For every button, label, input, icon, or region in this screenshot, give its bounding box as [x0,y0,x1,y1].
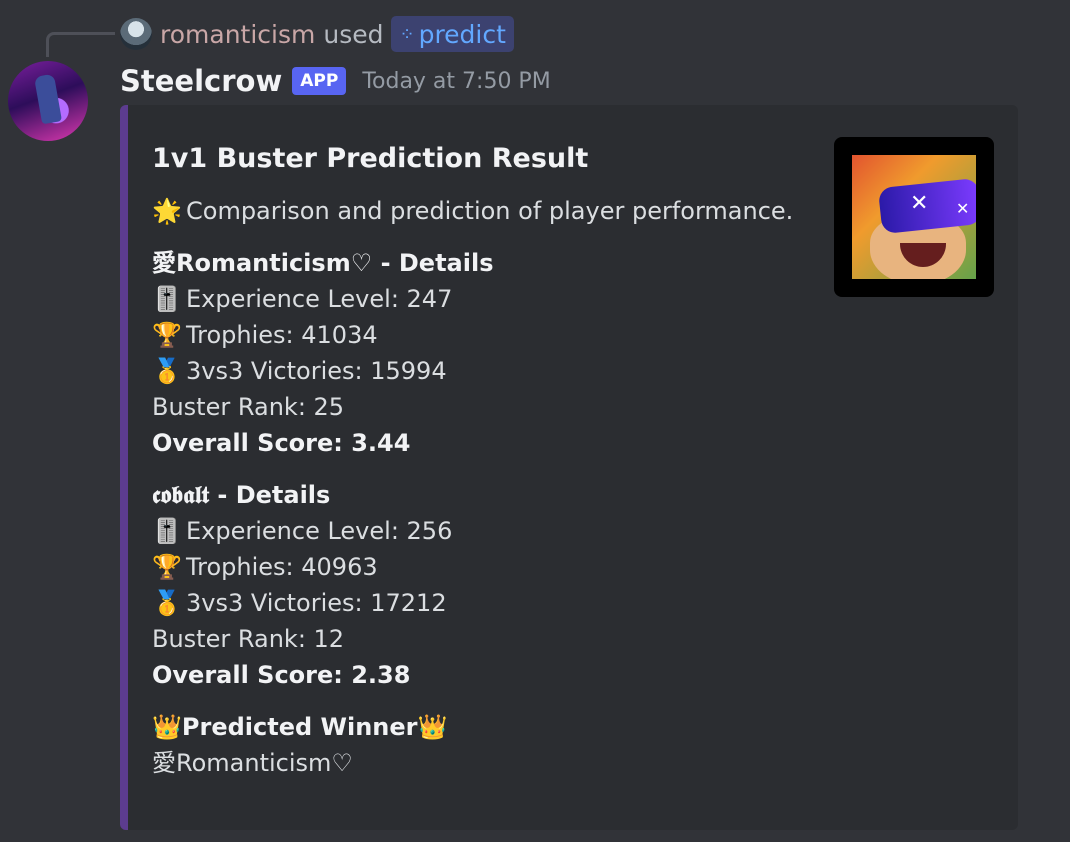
description-text: Comparison and prediction of player perf… [186,197,794,225]
message-header: Steelcrow APP Today at 7:50 PM [120,60,551,102]
medal-icon: 🥇 [152,589,182,617]
winner-name: 愛Romanticism♡ [152,749,353,777]
command-name: predict [418,19,506,49]
embed-title: 1v1 Buster Prediction Result [152,143,589,174]
reply-connector-line [46,32,115,57]
player-1-name: 愛Romanticism♡ - Details [152,249,494,277]
player-2-experience: 🎚️ Experience Level: 256 [152,513,798,549]
player-2-rank: Buster Rank: 12 [152,625,345,653]
player-1-score: Overall Score: 3.44 [152,429,411,457]
player-2-field: 𝖈𝖔𝖇𝖆𝖑𝖙 - Details 🎚️ Experience Level: 256… [152,477,798,693]
player-2-trophies-text: Trophies: 40963 [186,553,378,581]
player-1-trophies: 🏆 Trophies: 41034 [152,317,798,353]
trophy-icon: 🏆 [152,321,182,349]
winner-field: 👑Predicted Winner👑 愛Romanticism♡ [152,709,798,781]
reply-username[interactable]: romanticism [160,20,315,49]
medal-icon: 🥇 [152,357,182,385]
player-2-victories-text: 3vs3 Victories: 17212 [186,589,447,617]
crown-icon: 👑 [417,713,448,741]
winner-heading: 👑Predicted Winner👑 [152,709,798,745]
player-1-trophies-text: Trophies: 41034 [186,321,378,349]
crown-icon: 👑 [152,713,182,741]
reply-user-avatar[interactable] [120,18,152,50]
bot-username[interactable]: Steelcrow [120,64,282,98]
message-timestamp[interactable]: Today at 7:50 PM [362,69,550,94]
player-2-trophies: 🏆 Trophies: 40963 [152,549,798,585]
embed-description: 🌟 Comparison and prediction of player per… [152,193,798,229]
player-1-experience: 🎚️ Experience Level: 247 [152,281,798,317]
player-2-score: Overall Score: 2.38 [152,661,411,689]
player-2-victories: 🥇 3vs3 Victories: 17212 [152,585,798,621]
star-icon: 🌟 [152,197,182,225]
bot-avatar[interactable] [8,61,88,141]
player-2-experience-text: Experience Level: 256 [186,517,453,545]
player-1-victories-text: 3vs3 Victories: 15994 [186,357,447,385]
sparkle-icon: ✕ [956,199,970,218]
reply-context[interactable]: romanticism used ⁘ predict [120,16,514,52]
player-1-rank: Buster Rank: 25 [152,393,345,421]
embed-card: 1v1 Buster Prediction Result 🌟 Comparison… [120,105,1018,830]
level-slider-icon: 🎚️ [152,285,182,313]
brawler-portrait: ✕ ✕ [852,155,976,279]
command-chip[interactable]: ⁘ predict [391,16,514,52]
reply-used-text: used [323,19,384,49]
trophy-icon: 🏆 [152,553,182,581]
embed-thumbnail[interactable]: ✕ ✕ [834,137,994,297]
winner-label: Predicted Winner [181,713,418,741]
player-2-name: 𝖈𝖔𝖇𝖆𝖑𝖙 - Details [152,481,331,509]
sparkle-icon: ✕ [910,191,929,216]
player-1-experience-text: Experience Level: 247 [186,285,453,313]
slash-command-icon: ⁘ [399,23,414,45]
player-1-victories: 🥇 3vs3 Victories: 15994 [152,353,798,389]
level-slider-icon: 🎚️ [152,517,182,545]
embed-content: 1v1 Buster Prediction Result 🌟 Comparison… [152,139,798,781]
app-badge: APP [292,67,347,95]
player-1-field: 愛Romanticism♡ - Details 🎚️ Experience Lev… [152,245,798,461]
